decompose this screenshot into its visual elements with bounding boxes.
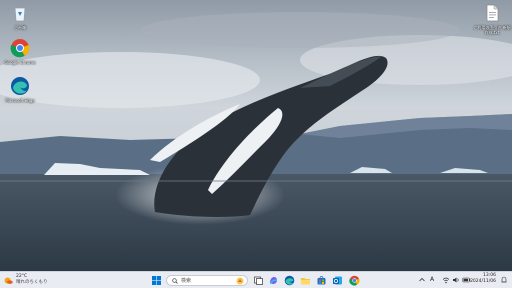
microsoft-store-icon[interactable]: [316, 275, 327, 286]
copilot-icon[interactable]: [268, 275, 279, 286]
wifi-icon[interactable]: [442, 275, 450, 285]
recycle-bin-label: ごみ箱: [14, 25, 26, 30]
search-placeholder: 検索: [181, 278, 192, 284]
chrome-icon: [10, 39, 30, 58]
task-view-button[interactable]: [253, 275, 264, 286]
weather-description: 晴れのちくもり: [16, 280, 48, 285]
edge-shortcut[interactable]: Microsoft Edge: [0, 76, 40, 103]
clock-date: 2024/11/06: [470, 279, 496, 284]
system-clock[interactable]: 13:06 2024/11/06: [470, 273, 496, 285]
recycle-bin-icon: [14, 7, 26, 22]
desktop: ごみ箱 Google Chrome Microsoft Edge ご利用の手引き…: [0, 0, 512, 271]
search-highlight-icon: [236, 277, 244, 285]
taskbar: 22°C 晴れのちくもり 検索 A 13:06 2024/11/06: [0, 271, 512, 288]
notification-bell-icon[interactable]: [500, 275, 508, 285]
start-button[interactable]: [151, 275, 162, 286]
edge-icon: [11, 77, 29, 95]
chrome-shortcut[interactable]: Google Chrome: [0, 38, 40, 65]
wallpaper-whale: [0, 0, 512, 271]
text-file-label: ご利用の手引き 新規作成.txt: [473, 25, 511, 35]
chrome-label: Google Chrome: [4, 60, 36, 65]
edge-taskbar-icon[interactable]: [284, 275, 295, 286]
recycle-bin-shortcut[interactable]: ごみ箱: [0, 3, 40, 30]
weather-sun-icon: [4, 277, 13, 284]
text-file-icon: [486, 4, 499, 22]
text-file-shortcut[interactable]: ご利用の手引き 新規作成.txt: [472, 3, 512, 35]
edge-label: Microsoft Edge: [5, 98, 35, 103]
search-icon: [172, 278, 178, 284]
show-hidden-icons-chevron-icon[interactable]: [418, 275, 426, 285]
outlook-icon[interactable]: [332, 275, 343, 286]
volume-icon[interactable]: [452, 275, 460, 285]
ime-indicator[interactable]: A: [430, 275, 434, 285]
file-explorer-icon[interactable]: [300, 275, 311, 286]
search-box[interactable]: 検索: [166, 275, 248, 286]
chrome-taskbar-icon[interactable]: [349, 275, 360, 286]
